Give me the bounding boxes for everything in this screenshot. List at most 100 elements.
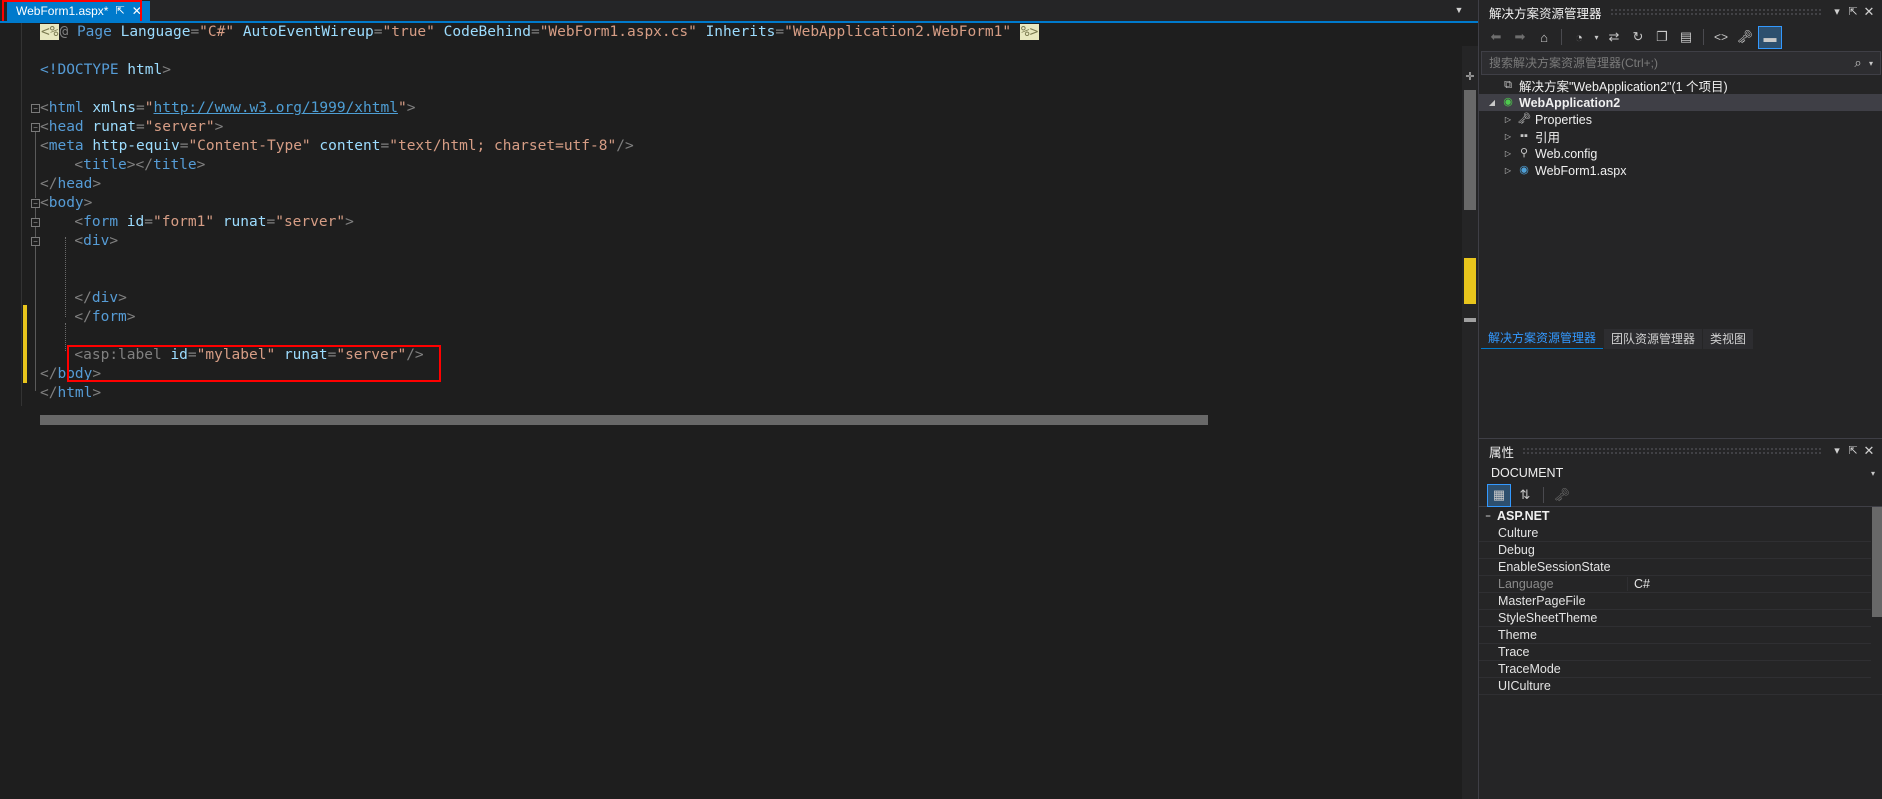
property-row[interactable]: Language C# bbox=[1479, 576, 1882, 593]
pane-menu-button[interactable]: ▾ bbox=[1829, 3, 1845, 21]
property-row[interactable]: MasterPageFile bbox=[1479, 593, 1882, 610]
chevron-right-icon[interactable]: ▷ bbox=[1501, 115, 1515, 124]
home-icon[interactable]: ⌂ bbox=[1533, 27, 1555, 48]
code-line[interactable]: <form id="form1" runat="server"> bbox=[74, 213, 353, 232]
pane-menu-button[interactable]: ▾ bbox=[1829, 442, 1845, 460]
code-line[interactable]: <div> bbox=[74, 232, 118, 251]
property-pages-icon[interactable]: 🗝 bbox=[1551, 485, 1573, 506]
web-project-icon: ◉ bbox=[1503, 96, 1513, 108]
back-icon[interactable]: ⬅ bbox=[1485, 27, 1507, 48]
pane-close-button[interactable]: ✕ bbox=[1861, 442, 1877, 460]
sync-with-active-document-icon[interactable]: ⇄ bbox=[1603, 27, 1625, 48]
tree-item-4[interactable]: ▷ ⚲ Web.config bbox=[1479, 145, 1882, 162]
split-view-handle[interactable]: ✛ bbox=[1463, 70, 1477, 84]
dock-tab-0[interactable]: 解决方案资源管理器 bbox=[1481, 328, 1604, 349]
property-row[interactable]: Trace bbox=[1479, 644, 1882, 661]
code-line[interactable]: </div> bbox=[74, 289, 126, 308]
properties-scrollbar-thumb[interactable] bbox=[1872, 507, 1882, 617]
solution-explorer-search[interactable]: ⌕ ▾ bbox=[1481, 51, 1881, 75]
outline-collapse-glyph[interactable]: − bbox=[31, 104, 40, 113]
property-name: Trace bbox=[1498, 645, 1530, 659]
properties-wrench-icon[interactable]: 🗝 bbox=[1734, 27, 1756, 48]
code-editor-surface[interactable]: − − − − − <%@ Page Language="C#" AutoEve… bbox=[0, 23, 1478, 799]
tree-item-3[interactable]: ▷ ▪▪ 引用 bbox=[1479, 128, 1882, 146]
property-row[interactable]: Culture bbox=[1479, 525, 1882, 542]
show-all-files-icon[interactable]: ▤ bbox=[1675, 27, 1697, 48]
property-value[interactable]: C# bbox=[1627, 577, 1882, 591]
collapse-all-icon[interactable]: ❐ bbox=[1651, 27, 1673, 48]
code-line[interactable]: <%@ Page Language="C#" AutoEventWireup="… bbox=[40, 23, 1040, 42]
pane-close-button[interactable]: ✕ bbox=[1861, 3, 1877, 21]
change-mark bbox=[23, 345, 27, 383]
chevron-down-icon[interactable]: ▾ bbox=[1869, 59, 1880, 68]
code-token: Language bbox=[120, 24, 191, 40]
property-row[interactable]: StyleSheetTheme bbox=[1479, 610, 1882, 627]
property-row[interactable]: Theme bbox=[1479, 627, 1882, 644]
code-line[interactable]: <html xmlns="http://www.w3.org/1999/xhtm… bbox=[40, 99, 415, 118]
pane-pin-button[interactable]: ⇱ bbox=[1845, 3, 1861, 21]
alphabetical-sort-icon[interactable]: ⇅ bbox=[1514, 485, 1536, 506]
code-line[interactable]: </html> bbox=[40, 384, 101, 403]
document-tab-webform1[interactable]: WebForm1.aspx* ⇱ ✕ bbox=[7, 1, 150, 21]
code-token: "true" bbox=[382, 24, 435, 40]
chevron-right-icon[interactable]: ▷ bbox=[1501, 166, 1515, 175]
tree-item-5[interactable]: ▷ ◉ WebForm1.aspx bbox=[1479, 162, 1882, 179]
code-token: "WebForm1.aspx.cs" bbox=[539, 24, 697, 40]
properties-grid[interactable]: − ASP.NET Culture Debug EnableSessionState… bbox=[1479, 507, 1882, 695]
toolbar-separator bbox=[1561, 29, 1562, 45]
chevron-down-icon[interactable]: ▾ bbox=[1592, 27, 1601, 48]
view-code-icon[interactable]: <> bbox=[1710, 27, 1732, 48]
chevron-down-icon[interactable]: ◢ bbox=[1485, 98, 1499, 107]
solution-explorer-tree[interactable]: ⧉ 解决方案"WebApplication2"(1 个项目) ◢ ◉ WebApplic… bbox=[1479, 77, 1882, 327]
refresh-icon[interactable]: ↻ bbox=[1627, 27, 1649, 48]
dock-tab-1[interactable]: 团队资源管理器 bbox=[1604, 329, 1703, 349]
pin-icon[interactable]: ⇱ bbox=[115, 5, 124, 17]
tree-item-1[interactable]: ◢ ◉ WebApplication2 bbox=[1479, 94, 1882, 111]
forward-icon[interactable]: ➡ bbox=[1509, 27, 1531, 48]
pane-pin-button[interactable]: ⇱ bbox=[1845, 442, 1861, 460]
property-row[interactable]: Debug bbox=[1479, 542, 1882, 559]
chevron-down-icon[interactable]: ▾ bbox=[1871, 463, 1875, 484]
search-input[interactable] bbox=[1482, 55, 1847, 71]
editor-hscroll-thumb[interactable] bbox=[40, 415, 1208, 425]
outline-collapse-glyph[interactable]: − bbox=[31, 218, 40, 227]
code-line[interactable]: </body> bbox=[40, 365, 101, 384]
editor-vertical-scrollbar[interactable]: ✛ bbox=[1462, 46, 1478, 799]
code-line[interactable]: </form> bbox=[74, 308, 135, 327]
collapse-icon[interactable]: − bbox=[1479, 511, 1497, 521]
close-icon[interactable]: ✕ bbox=[132, 5, 142, 17]
code-line[interactable]: <asp:label id="mylabel" runat="server"/> bbox=[74, 346, 423, 365]
categorized-view-icon[interactable]: ▦ bbox=[1487, 483, 1511, 507]
dock-tab-2[interactable]: 类视图 bbox=[1703, 329, 1754, 349]
preview-selected-items-icon[interactable]: ▬ bbox=[1758, 25, 1782, 49]
code-line[interactable]: <head runat="server"> bbox=[40, 118, 223, 137]
code-line[interactable]: <meta http-equiv="Content-Type" content=… bbox=[40, 137, 634, 156]
code-token: < bbox=[74, 157, 84, 173]
chevron-down-icon[interactable]: ▼ bbox=[1452, 5, 1466, 17]
editor-horizontal-scrollbar[interactable] bbox=[40, 415, 1208, 425]
search-icon[interactable]: ⌕ bbox=[1847, 55, 1869, 71]
property-row[interactable]: UICulture bbox=[1479, 678, 1882, 695]
tree-item-2[interactable]: ▷ 🗝 Properties bbox=[1479, 111, 1882, 128]
editor-vscroll-thumb[interactable] bbox=[1464, 90, 1476, 210]
outline-collapse-glyph[interactable]: − bbox=[31, 237, 40, 246]
property-row[interactable]: EnableSessionState bbox=[1479, 559, 1882, 576]
pending-changes-icon[interactable]: ◔ bbox=[1568, 27, 1590, 48]
outline-collapse-glyph[interactable]: − bbox=[31, 123, 40, 132]
code-line[interactable]: <body> bbox=[40, 194, 92, 213]
tree-item-0[interactable]: ⧉ 解决方案"WebApplication2"(1 个项目) bbox=[1479, 77, 1882, 95]
chevron-right-icon[interactable]: ▷ bbox=[1501, 132, 1515, 141]
chevron-right-icon[interactable]: ▷ bbox=[1501, 149, 1515, 158]
property-category-header[interactable]: − ASP.NET bbox=[1479, 507, 1882, 525]
code-token: runat bbox=[222, 214, 267, 230]
code-line[interactable]: <title></title> bbox=[74, 156, 205, 175]
outline-collapse-glyph[interactable]: − bbox=[31, 199, 40, 208]
property-row[interactable]: TraceMode bbox=[1479, 661, 1882, 678]
code-line[interactable]: <!DOCTYPE html> bbox=[40, 61, 171, 80]
code-token: > bbox=[92, 385, 102, 401]
code-line[interactable]: </head> bbox=[40, 175, 101, 194]
properties-scrollbar[interactable] bbox=[1871, 507, 1882, 685]
properties-object-selector[interactable]: DOCUMENT ▾ bbox=[1479, 463, 1882, 484]
code-token: @ bbox=[59, 24, 69, 40]
properties-header: 属性 ▾ ⇱ ✕ bbox=[1479, 439, 1882, 463]
